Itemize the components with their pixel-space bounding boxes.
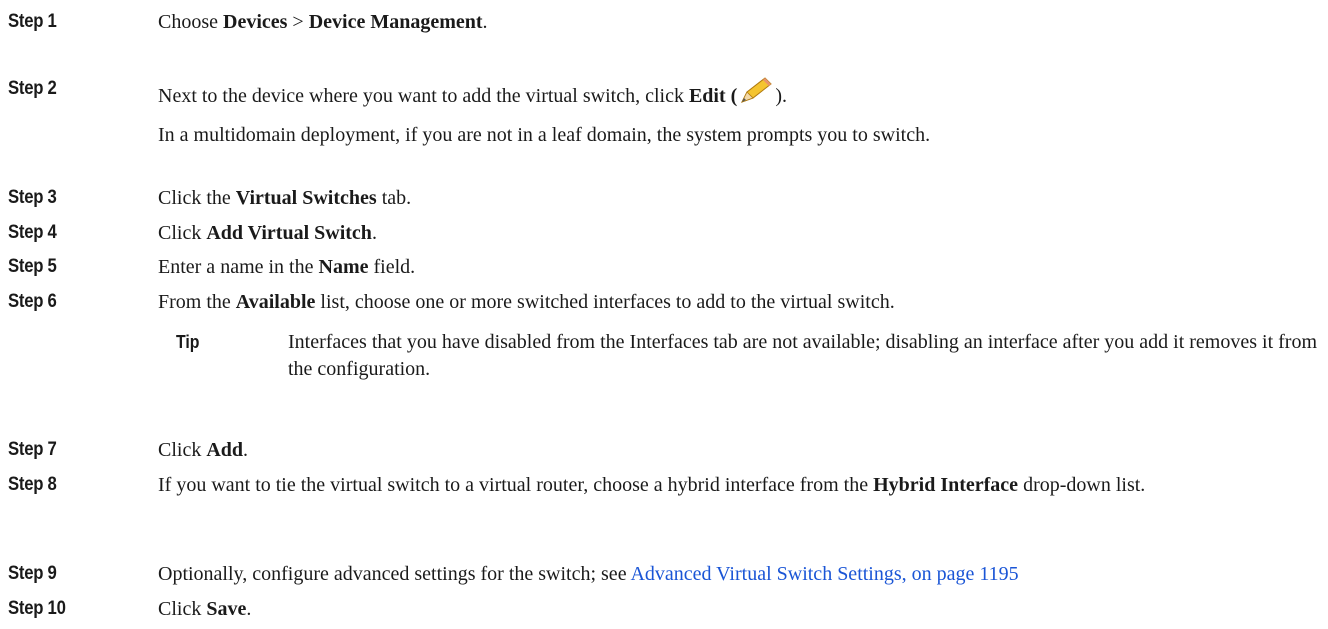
step-2-pre: Next to the device where you want to add… [158,85,689,107]
step-10-post: . [246,598,252,620]
step-1-label: Step 1 [8,11,57,32]
step-8-hybrid-interface: Hybrid Interface [873,474,1019,496]
step-9-text: Optionally, configure advanced settings … [158,561,1019,588]
step-6-pre: From the [158,291,236,313]
step-10-label: Step 10 [8,598,66,619]
step-6-text: From the Available list, choose one or m… [158,289,895,316]
step-2-label: Step 2 [8,78,57,99]
step-5-post: field. [368,256,416,278]
step-1-pre: Choose [158,11,223,33]
step-1-separator: > [287,11,309,33]
step-2-close-paren: ). [775,85,787,107]
step-2-text: Next to the device where you want to add… [158,76,787,114]
step-1-device-management: Device Management [308,11,483,33]
step-7-pre: Click [158,439,207,461]
step-4-add-virtual-switch: Add Virtual Switch [206,222,372,244]
step-5-text: Enter a name in the Name field. [158,254,415,281]
step-7-add: Add [206,439,244,461]
step-2-edit: Edit [688,85,726,107]
step-10-save: Save [206,598,247,620]
step-3-text: Click the Virtual Switches tab. [158,185,411,212]
step-7-text: Click Add. [158,437,248,464]
pencil-edit-icon [738,76,774,114]
step-3-virtual-switches: Virtual Switches [235,187,377,209]
step-4-pre: Click [158,222,207,244]
step-8-post: drop-down list. [1018,474,1146,496]
step-4-post: . [371,222,377,244]
step-1-post: . [482,11,488,33]
step-4-text: Click Add Virtual Switch. [158,220,377,247]
step-6-post: list, choose one or more switched interf… [315,291,895,313]
step-5-pre: Enter a name in the [158,256,319,278]
step-2-note: In a multidomain deployment, if you are … [158,124,931,146]
step-9-label: Step 9 [8,563,57,584]
step-10-text: Click Save. [158,596,251,623]
step-6-available: Available [235,291,316,313]
step-3-label: Step 3 [8,187,57,208]
step-9-pre: Optionally, configure advanced settings … [158,563,631,585]
tip-label: Tip [176,332,200,352]
step-1-text: Choose Devices > Device Management. [158,9,488,36]
step-2-open-paren: ( [725,85,738,107]
step-5-name: Name [318,256,369,278]
step-1-devices: Devices [223,11,288,33]
step-7-label: Step 7 [8,439,57,460]
step-6-label: Step 6 [8,291,57,312]
step-8-label: Step 8 [8,474,57,495]
step-8-pre: If you want to tie the virtual switch to… [158,474,874,496]
step-5-label: Step 5 [8,256,57,277]
step-8-text: If you want to tie the virtual switch to… [158,472,1318,499]
tip-text: Interfaces that you have disabled from t… [288,331,1318,380]
step-4-label: Step 4 [8,222,57,243]
step-3-pre: Click the [158,187,236,209]
step-3-post: tab. [376,187,412,209]
advanced-virtual-switch-settings-link[interactable]: Advanced Virtual Switch Settings, on pag… [630,563,1018,585]
step-7-post: . [243,439,249,461]
step-10-pre: Click [158,598,207,620]
